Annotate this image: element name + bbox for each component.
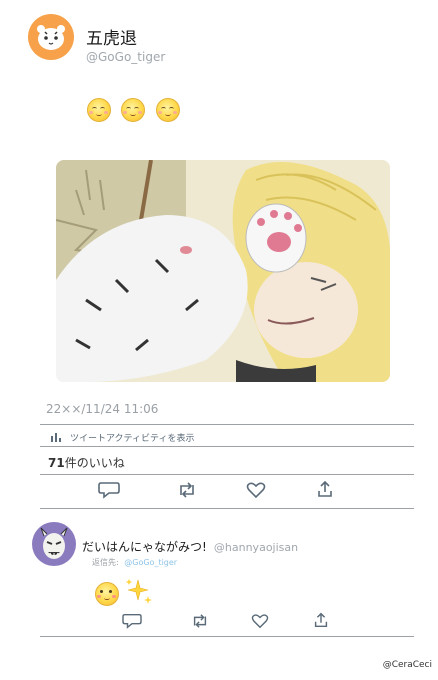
retweet-icon[interactable]	[176, 480, 198, 500]
tiger-paw-illustration	[56, 160, 390, 382]
smiling-face-emoji	[156, 98, 180, 122]
divider	[40, 424, 414, 425]
author-avatar[interactable]	[28, 14, 74, 60]
divider	[40, 508, 414, 509]
replying-to-prefix: 返信先:	[92, 558, 119, 567]
reply-icon[interactable]	[97, 480, 121, 500]
activity-row[interactable]: ツイートアクティビティを表示	[50, 428, 194, 446]
tweet-timestamp[interactable]: 22××/11/24 11:06	[46, 402, 158, 416]
sparkles-emoji	[124, 578, 154, 610]
divider	[40, 474, 414, 475]
divider	[40, 636, 414, 637]
like-heart-icon[interactable]	[246, 481, 266, 499]
tiger-face-icon	[37, 25, 65, 50]
tweet-image[interactable]	[56, 160, 390, 382]
likes-summary[interactable]: 71件のいいね	[48, 454, 125, 471]
replying-to-handle[interactable]: @GoGo_tiger	[124, 558, 177, 567]
blushing-face-emoji	[95, 582, 119, 606]
divider	[40, 446, 414, 447]
retweet-icon[interactable]	[190, 612, 210, 630]
reply-author-handle[interactable]: @hannyaojisan	[214, 541, 298, 554]
like-heart-icon[interactable]	[251, 613, 269, 629]
author-name[interactable]: 五虎退	[86, 24, 137, 49]
smiling-face-emoji	[87, 98, 111, 122]
likes-count: 71	[48, 456, 65, 470]
smiling-face-emoji	[121, 98, 145, 122]
reply-header: だいはんにゃながみつ! @hannyaojisan	[82, 536, 298, 555]
author-handle[interactable]: @GoGo_tiger	[86, 50, 165, 64]
reply-author-name[interactable]: だいはんにゃながみつ!	[82, 540, 207, 554]
artist-credit: @CeraCeci	[382, 660, 432, 670]
reply-author-avatar[interactable]	[32, 522, 76, 566]
likes-label: 件のいいね	[64, 456, 125, 470]
share-icon[interactable]	[312, 611, 330, 629]
reply-icon[interactable]	[121, 612, 143, 630]
share-icon[interactable]	[315, 479, 335, 499]
replying-to-line: 返信先: @GoGo_tiger	[92, 557, 177, 568]
hannya-mask-icon	[40, 527, 68, 559]
bar-chart-icon	[50, 432, 62, 442]
activity-label: ツイートアクティビティを表示	[70, 433, 195, 444]
